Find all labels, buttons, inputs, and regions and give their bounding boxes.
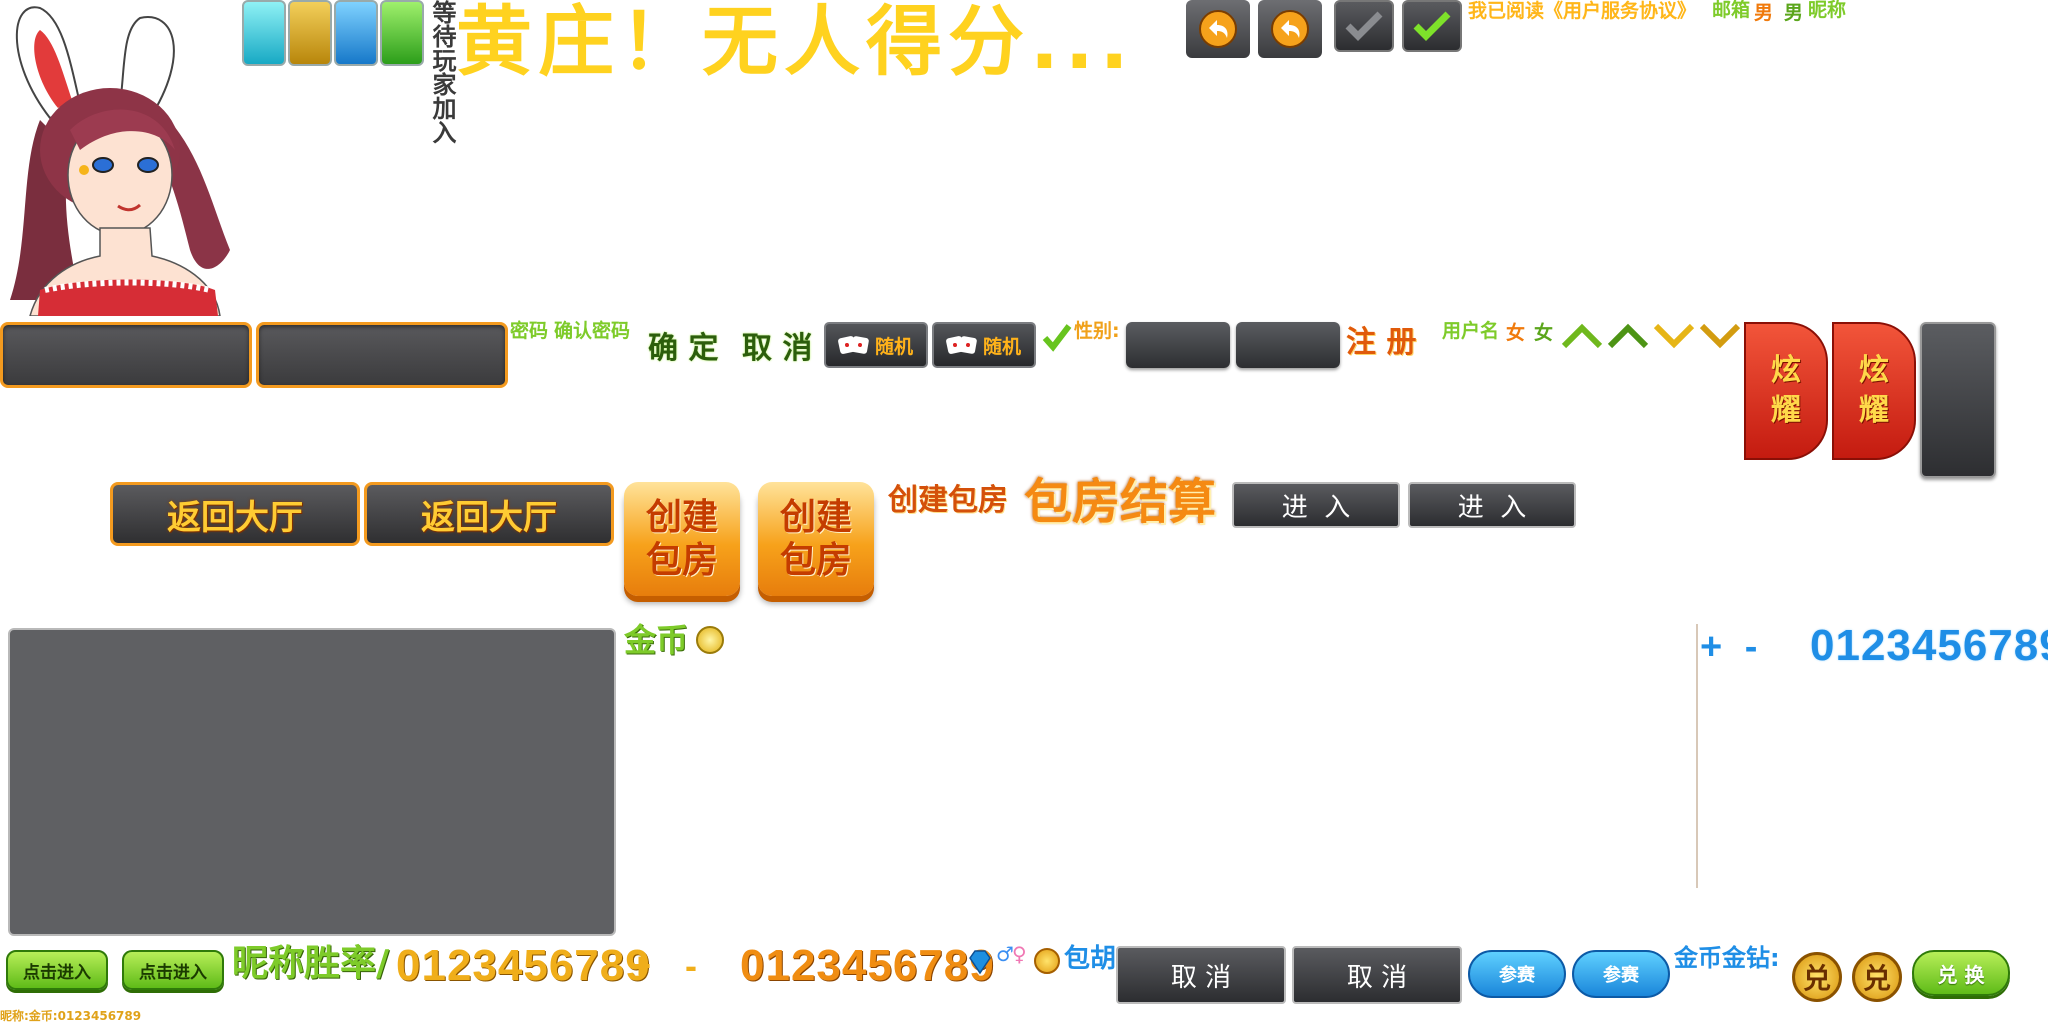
exchange-button[interactable]: 兑 换 [1912, 950, 2010, 996]
back-to-hall-button[interactable]: 返回大厅 [110, 482, 360, 546]
card-back-cyan-icon [242, 0, 286, 66]
undo-arrow-icon [1199, 10, 1237, 48]
blue-digits: 0123456789 [1810, 621, 2048, 670]
chevron-up-icon-pressed[interactable] [1606, 320, 1650, 350]
draw-message: 黄庄！无人得分... [456, 0, 1135, 86]
back-arrow-button[interactable] [1186, 0, 1250, 58]
agreement-text[interactable]: 我已阅读《用户服务协议》 [1468, 2, 1696, 21]
create-room-line1: 创建 [779, 496, 852, 538]
create-room-line1: 创建 [645, 496, 718, 538]
gold-coin-icon [696, 626, 724, 654]
password-label: 密码 [510, 320, 549, 342]
chevron-up-icon[interactable] [1560, 320, 1604, 350]
password-input-frame[interactable] [0, 322, 252, 388]
female-char-green: 女 [1534, 322, 1554, 344]
orange-digits: 0123456789 [740, 941, 995, 990]
create-room-line2: 包房 [645, 540, 718, 581]
create-room-title: 创建包房 [888, 483, 1008, 518]
random-button-pressed[interactable]: 随机 [932, 322, 1036, 368]
bottom-plus-minus: + - [630, 945, 699, 986]
checkbox-unchecked-icon[interactable] [1334, 0, 1394, 52]
diamond-icon [966, 948, 994, 976]
back-to-hall-button-pressed[interactable]: 返回大厅 [364, 482, 614, 546]
username-label: 用户名 [1442, 320, 1500, 342]
chevron-down-icon-pressed[interactable] [1698, 320, 1742, 350]
gender-input-box[interactable] [1126, 322, 1230, 368]
plus-minus-symbols: + - [1700, 626, 1759, 668]
gold-diamond-label: 金币金钻: [1674, 944, 1780, 972]
checkbox-checked-icon[interactable] [1402, 0, 1462, 52]
dice-icon [945, 335, 978, 355]
check-green-icon [1413, 11, 1451, 41]
card-back-blue-icon [334, 0, 378, 66]
join-match-button[interactable]: 参赛 [1468, 950, 1566, 998]
coin-icon [1034, 948, 1060, 974]
chevron-down-icon[interactable] [1652, 320, 1696, 350]
card-back-green-icon [380, 0, 424, 66]
random-button-label: 随机 [982, 335, 1021, 358]
cancel-large-button[interactable]: 取 消 [1116, 946, 1286, 1004]
dice-icon [837, 335, 870, 355]
mailbox-label: 邮箱 [1712, 0, 1751, 21]
back-arrow-button-pressed[interactable] [1258, 0, 1322, 58]
showoff-button[interactable]: 炫 耀 [1744, 322, 1828, 460]
nickname-label: 昵称 [1808, 0, 1847, 21]
confirm-password-label: 确认密码 [554, 320, 631, 342]
confirm-button[interactable]: 确 定 [648, 334, 718, 364]
register-button[interactable]: 注 册 [1346, 328, 1416, 358]
enter-button[interactable]: 进 入 [1232, 482, 1400, 528]
female-symbol-icon: ♀ [1012, 942, 1027, 966]
character-portrait [0, 0, 240, 317]
waiting-players-text: 等待玩家加入 [428, 0, 456, 144]
click-enter-button-pressed[interactable]: 点击进入 [122, 950, 224, 990]
side-dark-panel [1920, 322, 1996, 478]
female-char-orange: 女 [1506, 322, 1526, 344]
enter-button-pressed[interactable]: 进 入 [1408, 482, 1576, 528]
male-char-orange: 男 [1754, 2, 1774, 24]
room-settlement-title: 包房结算 [1024, 474, 1217, 530]
cancel-button[interactable]: 取 消 [742, 334, 812, 364]
exchange-coin-button-pressed[interactable]: 兑 [1852, 952, 1902, 1002]
random-button-label: 随机 [874, 335, 913, 358]
join-match-button-pressed[interactable]: 参赛 [1572, 950, 1670, 998]
nickname-winrate-label: 昵称胜率/ [232, 943, 390, 984]
create-room-line2: 包房 [779, 540, 852, 581]
gold-coin-label: 金币 [624, 621, 689, 659]
exchange-coin-button[interactable]: 兑 [1792, 952, 1842, 1002]
vertical-divider [1696, 624, 1698, 888]
gender-input-box-2[interactable] [1236, 322, 1340, 368]
card-back-gold-icon [288, 0, 332, 66]
green-check-icon [1042, 322, 1072, 352]
gold-digits: 0123456789 [396, 941, 651, 990]
confirm-password-input-frame[interactable] [256, 322, 508, 388]
footer-nickname-gold-text: 昵称:金币:0123456789 [0, 1009, 142, 1023]
cancel-large-button-pressed[interactable]: 取 消 [1292, 946, 1462, 1004]
gender-label: 性别: [1074, 320, 1120, 342]
create-room-button-pressed[interactable]: 创建 包房 [758, 482, 874, 596]
random-button[interactable]: 随机 [824, 322, 928, 368]
click-enter-button[interactable]: 点击进入 [6, 950, 108, 990]
create-room-button[interactable]: 创建 包房 [624, 482, 740, 596]
content-panel [8, 628, 616, 936]
showoff-button-pressed[interactable]: 炫 耀 [1832, 322, 1916, 460]
undo-arrow-icon [1271, 10, 1309, 48]
check-gray-icon [1345, 11, 1383, 41]
baohu-label: 包胡 [1064, 944, 1117, 974]
male-char-green: 男 [1784, 2, 1804, 24]
